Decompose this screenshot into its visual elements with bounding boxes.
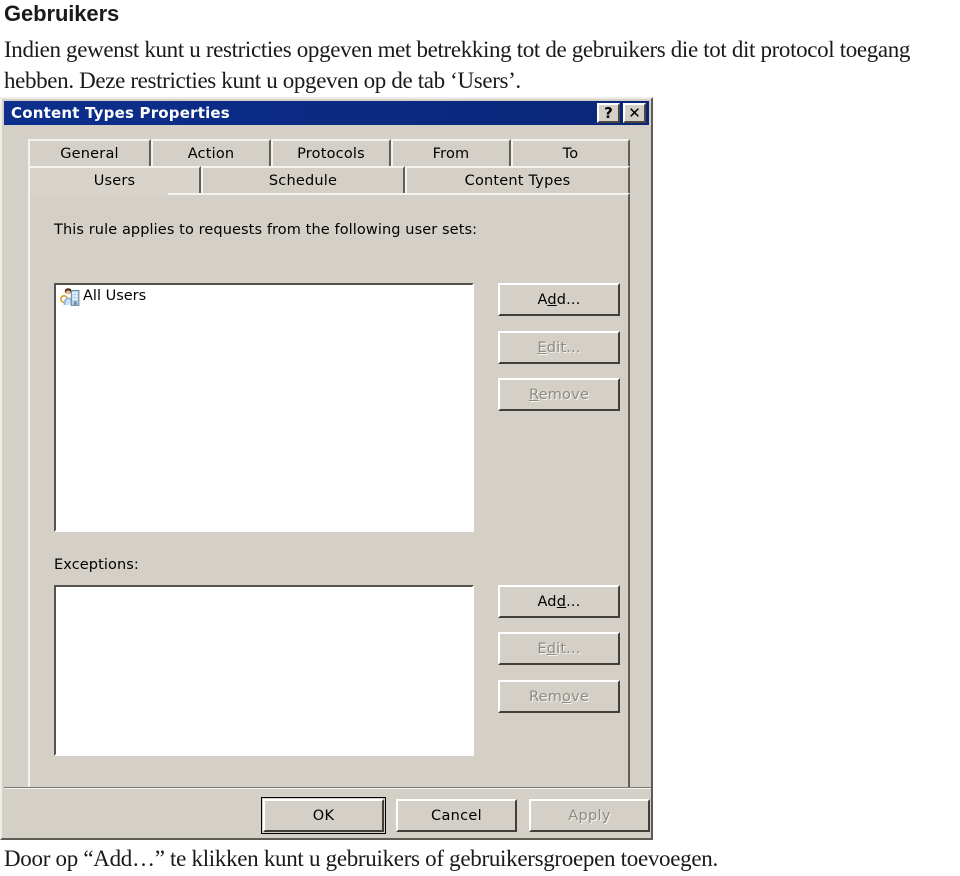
intro-paragraph: Indien gewenst kunt u restricties opgeve… <box>4 37 911 93</box>
list-item[interactable]: All Users <box>56 285 472 307</box>
cancel-button-wrap: Cancel <box>394 797 519 834</box>
users-remove-button[interactable]: Remove <box>498 378 620 411</box>
exceptions-listbox[interactable] <box>54 585 474 756</box>
close-button[interactable]: ✕ <box>623 103 646 123</box>
exceptions-remove-button[interactable]: Remove <box>498 680 620 713</box>
ok-button-focus-ring: OK <box>261 797 386 834</box>
ok-button[interactable]: OK <box>263 799 384 832</box>
apply-button[interactable]: Apply <box>529 799 650 832</box>
users-add-button[interactable]: Add... <box>498 283 620 316</box>
tab-general[interactable]: General <box>28 139 151 166</box>
page-title: Gebruikers <box>4 1 120 26</box>
tab-from[interactable]: From <box>391 139 511 166</box>
tab-strip: General Action Protocols From To Users S… <box>28 139 630 193</box>
exceptions-edit-button[interactable]: Edit... <box>498 632 620 665</box>
footer-paragraph: Door op “Add…” te klikken kunt u gebruik… <box>4 846 718 871</box>
selected-tab-notch <box>30 191 168 195</box>
apply-button-wrap: Apply <box>527 797 652 834</box>
exceptions-label: Exceptions: <box>54 557 139 573</box>
dialog-title: Content Types Properties <box>11 104 230 122</box>
footer-separator <box>4 787 651 789</box>
tab-action[interactable]: Action <box>151 139 271 166</box>
users-edit-button[interactable]: Edit... <box>498 331 620 364</box>
tab-content-types[interactable]: Content Types <box>405 166 630 193</box>
tab-row-bottom: Users Schedule Content Types <box>28 166 630 193</box>
users-group-icon <box>59 287 80 306</box>
list-item-label: All Users <box>83 288 147 304</box>
tab-to[interactable]: To <box>511 139 630 166</box>
exceptions-add-button[interactable]: Add... <box>498 585 620 618</box>
tab-schedule[interactable]: Schedule <box>201 166 405 193</box>
tab-protocols[interactable]: Protocols <box>271 139 391 166</box>
tab-row-top: General Action Protocols From To <box>28 139 630 166</box>
user-sets-listbox[interactable]: All Users <box>54 283 474 532</box>
cancel-button[interactable]: Cancel <box>396 799 517 832</box>
content-types-properties-dialog: Content Types Properties ? ✕ General Act… <box>0 97 653 840</box>
dialog-titlebar[interactable]: Content Types Properties ? ✕ <box>4 101 649 125</box>
user-sets-label: This rule applies to requests from the f… <box>54 222 478 238</box>
tab-users[interactable]: Users <box>28 166 201 193</box>
help-button[interactable]: ? <box>597 103 620 123</box>
